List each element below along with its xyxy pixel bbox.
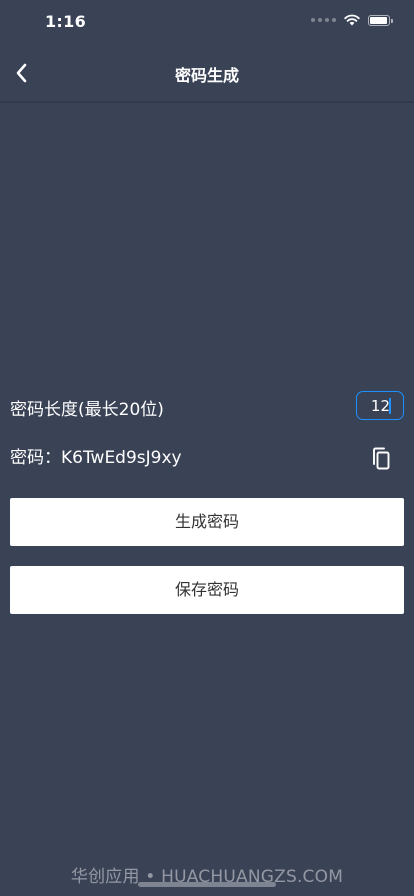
navigation-bar: 密码生成 [0,44,414,102]
status-icons [311,14,393,26]
cellular-signal-icon [311,18,336,22]
copy-icon[interactable] [370,447,392,471]
password-row: 密码：K6TwEd9sJ9xy [10,438,404,474]
battery-icon [368,14,393,26]
text-cursor [389,398,391,414]
generate-password-button[interactable]: 生成密码 [10,498,404,546]
password-length-input[interactable] [356,391,404,420]
home-indicator [138,882,276,887]
status-time: 1:16 [45,12,86,31]
password-generator-screen: 1:16 密码生成 密码长度(最长20位) 密码：K6TwEd9sJ9xy [0,0,414,896]
wifi-icon [344,14,360,26]
generated-password: 密码：K6TwEd9sJ9xy [10,448,182,468]
status-bar: 1:16 [0,0,414,44]
save-password-button[interactable]: 保存密码 [10,566,404,614]
password-length-label: 密码长度(最长20位) [10,400,164,420]
page-title: 密码生成 [174,66,239,85]
password-length-row: 密码长度(最长20位) [10,390,404,422]
